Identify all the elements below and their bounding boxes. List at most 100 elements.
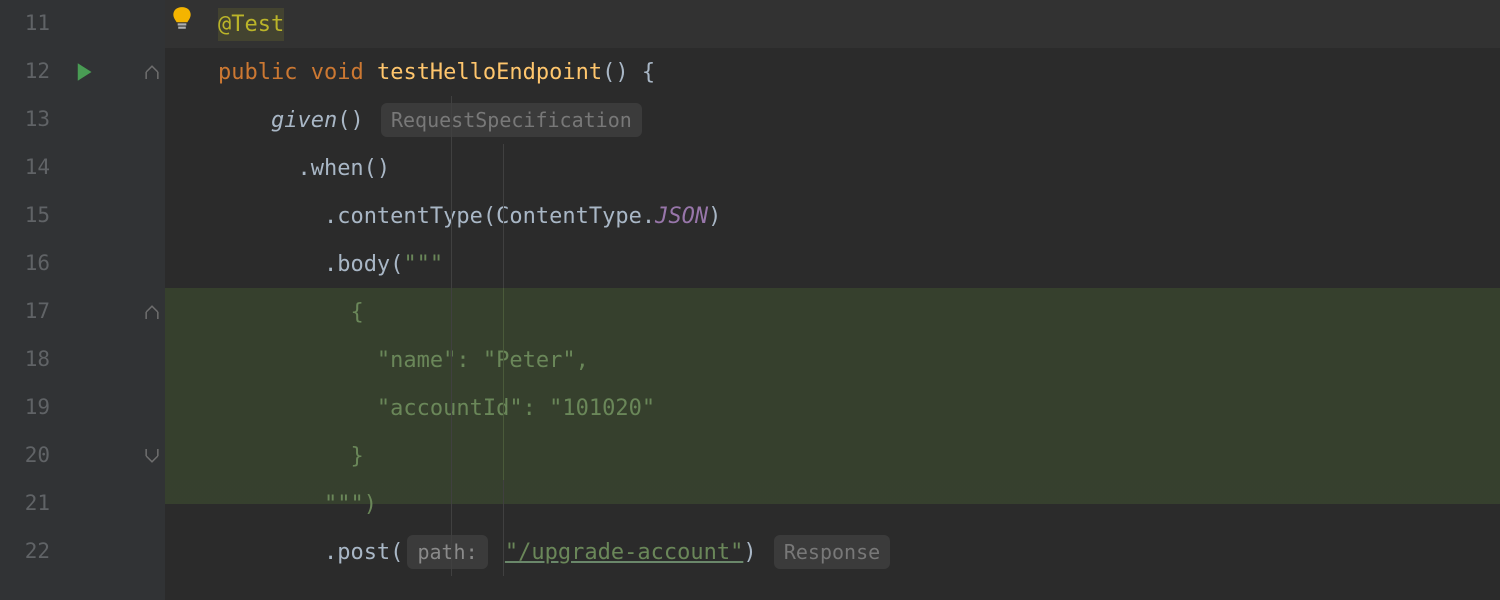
gutter-row: 22 (0, 528, 165, 576)
indent-guide (503, 432, 504, 480)
line-number: 14 (0, 152, 50, 184)
gutter-row: 20 (0, 432, 165, 480)
code-line[interactable]: .post(path: "/upgrade-account") Response (165, 528, 1500, 576)
gutter-row: 16 (0, 240, 165, 288)
indent-guide (451, 432, 452, 480)
indent (165, 488, 324, 521)
string-token: { (350, 296, 363, 329)
method-call-token: .contentType(ContentType. (324, 200, 655, 233)
gutter-row: 12 (0, 48, 165, 96)
gutter-row: 14 (0, 144, 165, 192)
indent-guide (451, 384, 452, 432)
string-token: "/upgrade-account" (505, 536, 743, 569)
keyword-token: void (311, 56, 364, 89)
punct-token: ) (743, 536, 756, 569)
gutter: 11 12 13 14 15 16 17 18 19 20 (0, 0, 165, 600)
code-line[interactable]: .when() (165, 144, 1500, 192)
punct-token: () { (602, 56, 655, 89)
line-number: 17 (0, 296, 50, 328)
code-line[interactable]: } (165, 432, 1500, 480)
string-token: """ (403, 248, 443, 281)
indent (165, 392, 377, 425)
code-line[interactable]: """) (165, 480, 1500, 528)
indent (165, 344, 377, 377)
code-line[interactable]: "accountId": "101020" (165, 384, 1500, 432)
code-line[interactable]: { (165, 288, 1500, 336)
code-editor: 11 12 13 14 15 16 17 18 19 20 (0, 0, 1500, 600)
method-call-token: .body( (324, 248, 403, 281)
code-line[interactable]: "name": "Peter", (165, 336, 1500, 384)
indent-guide (503, 384, 504, 432)
indent (165, 248, 324, 281)
indent (165, 200, 324, 233)
method-call-token: given (271, 104, 337, 137)
string-token: "accountId" (377, 392, 523, 425)
code-line[interactable]: .body(""" (165, 240, 1500, 288)
line-number: 12 (0, 56, 50, 88)
indent-guide (503, 144, 504, 192)
inlay-hint: path: (407, 535, 487, 569)
indent-guide (451, 96, 452, 144)
string-token: } (350, 440, 363, 473)
indent-guide (503, 480, 504, 528)
string-token: "name" (377, 344, 456, 377)
gutter-row: 13 (0, 96, 165, 144)
punct-token: ) (708, 200, 721, 233)
run-icon[interactable] (75, 62, 93, 82)
indent (165, 296, 350, 329)
line-number: 21 (0, 488, 50, 520)
code-line[interactable]: public void testHelloEndpoint() { (165, 48, 1500, 96)
gutter-row: 15 (0, 192, 165, 240)
indent (165, 440, 350, 473)
indent (165, 56, 218, 89)
indent-guide (503, 528, 504, 576)
gutter-row: 21 (0, 480, 165, 528)
line-number: 20 (0, 440, 50, 472)
gutter-row: 19 (0, 384, 165, 432)
indent-guide (503, 336, 504, 384)
indent-guide (451, 144, 452, 192)
line-number: 11 (0, 8, 50, 40)
method-call-token: .post( (324, 536, 403, 569)
indent-guide (503, 240, 504, 288)
line-number: 19 (0, 392, 50, 424)
fold-collapse-icon[interactable] (145, 65, 159, 79)
keyword-token: public (218, 56, 297, 89)
indent-guide (451, 240, 452, 288)
indent-guide (451, 528, 452, 576)
method-call-token: .when() (297, 152, 390, 185)
line-number: 16 (0, 248, 50, 280)
indent (165, 152, 297, 185)
code-line[interactable]: .contentType(ContentType.JSON) (165, 192, 1500, 240)
gutter-row: 18 (0, 336, 165, 384)
indent-guide (451, 288, 452, 336)
code-area[interactable]: @Test public void testHelloEndpoint() { … (165, 0, 1500, 600)
indent-guide (503, 192, 504, 240)
method-name-token: testHelloEndpoint (377, 56, 602, 89)
line-number: 18 (0, 344, 50, 376)
inlay-hint: Response (774, 535, 890, 569)
line-number: 22 (0, 536, 50, 568)
indent-guide (451, 336, 452, 384)
inlay-hint: RequestSpecification (381, 103, 642, 137)
punct-token: () (337, 104, 364, 137)
string-token: "101020" (549, 392, 655, 425)
gutter-row: 17 (0, 288, 165, 336)
string-token: """) (324, 488, 377, 521)
constant-token: JSON (655, 200, 708, 233)
indent (165, 536, 324, 569)
code-line[interactable]: given() RequestSpecification (165, 96, 1500, 144)
lightbulb-icon[interactable] (171, 6, 193, 42)
gutter-row: 11 (0, 0, 165, 48)
fold-expand-icon[interactable] (145, 449, 159, 463)
indent (165, 104, 271, 137)
code-line[interactable]: @Test (165, 0, 1500, 48)
annotation-token: @Test (218, 8, 284, 41)
line-number: 13 (0, 104, 50, 136)
fold-collapse-icon[interactable] (145, 305, 159, 319)
indent-guide (451, 480, 452, 528)
indent-guide (503, 288, 504, 336)
line-number: 15 (0, 200, 50, 232)
string-token: "Peter" (483, 344, 576, 377)
string-token: : (523, 392, 550, 425)
